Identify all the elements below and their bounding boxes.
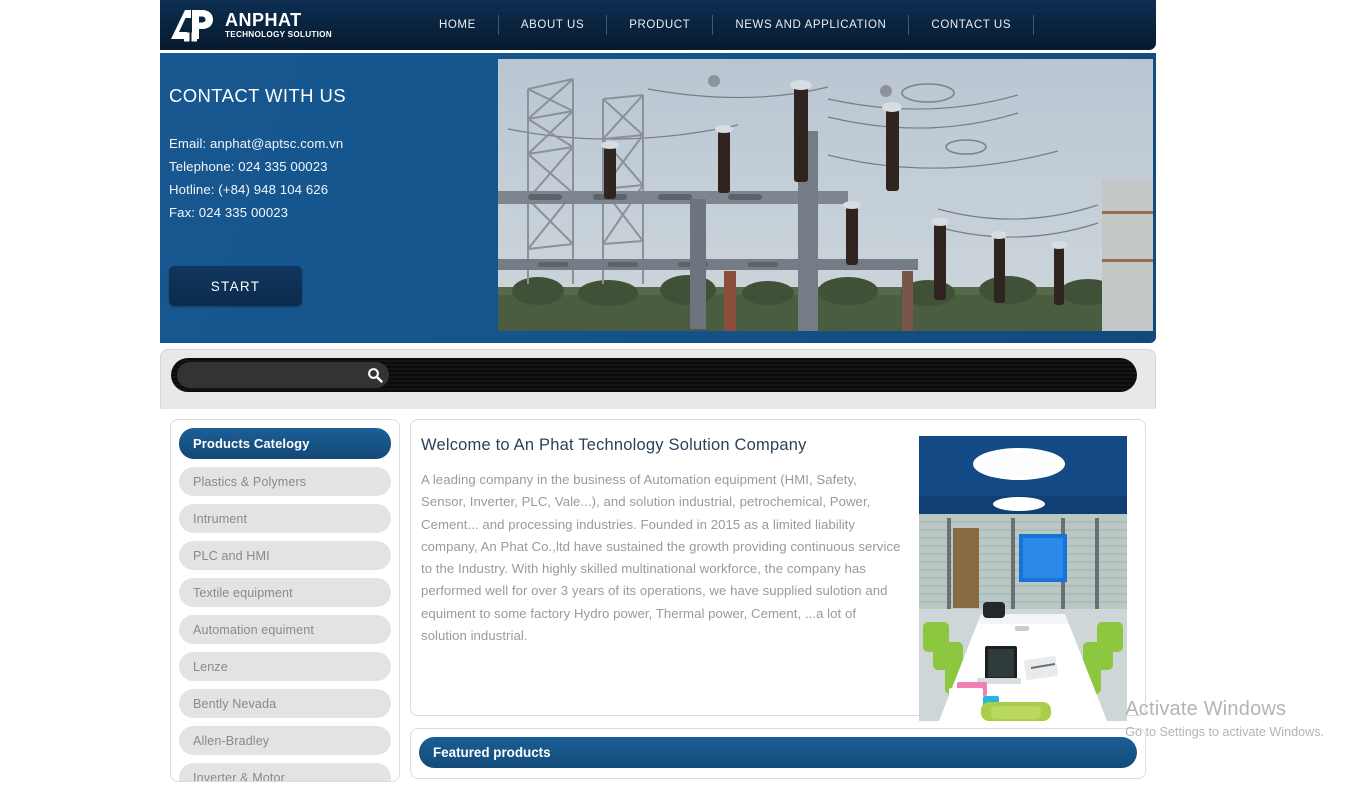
sidebar-item-plc-and-hmi[interactable]: PLC and HMI [179,541,391,570]
start-button[interactable]: START [169,266,302,306]
sidebar-item-allen-bradley[interactable]: Allen-Bradley [179,726,391,755]
nav-item-home[interactable]: HOME [417,19,498,31]
substation-photo [498,59,1153,331]
hero-section: CONTACT WITH US Email: anphat@aptsc.com.… [160,53,1156,343]
products-catalog-sidebar: Products Catelogy Plastics & Polymers In… [170,419,400,782]
welcome-card: Welcome to An Phat Technology Solution C… [410,419,1146,721]
ap-monogram-icon [168,6,218,44]
sidebar-item-label: Allen-Bradley [193,733,270,748]
nav-item-product[interactable]: PRODUCT [607,19,712,31]
site-header: ANPHAT TECHNOLOGY SOLUTION HOME ABOUT US… [160,0,1156,50]
sidebar-item-label: Products Catelogy [193,436,310,451]
sidebar-item-label: Textile equipment [193,585,293,600]
search-icon[interactable] [367,367,383,383]
sidebar-item-label: Bently Nevada [193,696,277,711]
sidebar-item-automation-equiment[interactable]: Automation equiment [179,615,391,644]
search-bar [171,358,1137,392]
page-title: Welcome to An Phat Technology Solution C… [421,436,807,454]
logo-tagline: TECHNOLOGY SOLUTION [225,29,332,39]
sidebar-item-bently-nevada[interactable]: Bently Nevada [179,689,391,718]
nav-item-news-and-application[interactable]: NEWS AND APPLICATION [713,19,908,31]
sidebar-item-products-catelogy[interactable]: Products Catelogy [179,428,391,459]
sidebar-item-label: Automation equiment [193,622,314,637]
nav-item-about-us[interactable]: ABOUT US [499,19,606,31]
welcome-paragraph: A leading company in the business of Aut… [421,472,901,644]
sidebar-item-label: Lenze [193,659,228,674]
contact-email: Email: anphat@aptsc.com.vn [169,136,344,151]
main-navigation: HOME ABOUT US PRODUCT NEWS AND APPLICATI… [417,15,1035,35]
sidebar-item-intrument[interactable]: Intrument [179,504,391,533]
contact-hotline: Hotline: (+84) 948 104 626 [169,182,329,197]
sidebar-item-label: Intrument [193,511,248,526]
page-container: ANPHAT TECHNOLOGY SOLUTION HOME ABOUT US… [160,0,1156,787]
conference-room-photo [919,436,1127,721]
featured-products-card: Featured products [410,728,1146,779]
site-logo[interactable]: ANPHAT TECHNOLOGY SOLUTION [160,6,332,44]
sidebar-item-label: Plastics & Polymers [193,474,307,489]
main-content: Welcome to An Phat Technology Solution C… [410,419,1146,779]
nav-item-contact-us[interactable]: CONTACT US [909,19,1033,31]
contact-fax: Fax: 024 335 00023 [169,205,289,220]
contact-panel: CONTACT WITH US Email: anphat@aptsc.com.… [160,53,497,343]
featured-products-title: Featured products [433,745,551,760]
page-body: Products Catelogy Plastics & Polymers In… [160,409,1156,782]
contact-heading: CONTACT WITH US [169,85,346,106]
sidebar-item-plastics-polymers[interactable]: Plastics & Polymers [179,467,391,496]
contact-telephone: Telephone: 024 335 00023 [169,159,328,174]
sidebar-item-label: Inverter & Motor [193,770,285,782]
logo-company-name: ANPHAT [225,9,302,30]
sidebar-item-label: PLC and HMI [193,548,270,563]
search-bar-container [160,349,1156,409]
search-input[interactable] [177,362,389,388]
sidebar-item-inverter-motor[interactable]: Inverter & Motor [179,763,391,782]
nav-separator [1033,15,1035,35]
featured-products-header[interactable]: Featured products [419,737,1137,768]
sidebar-item-lenze[interactable]: Lenze [179,652,391,681]
sidebar-item-textile-equipment[interactable]: Textile equipment [179,578,391,607]
